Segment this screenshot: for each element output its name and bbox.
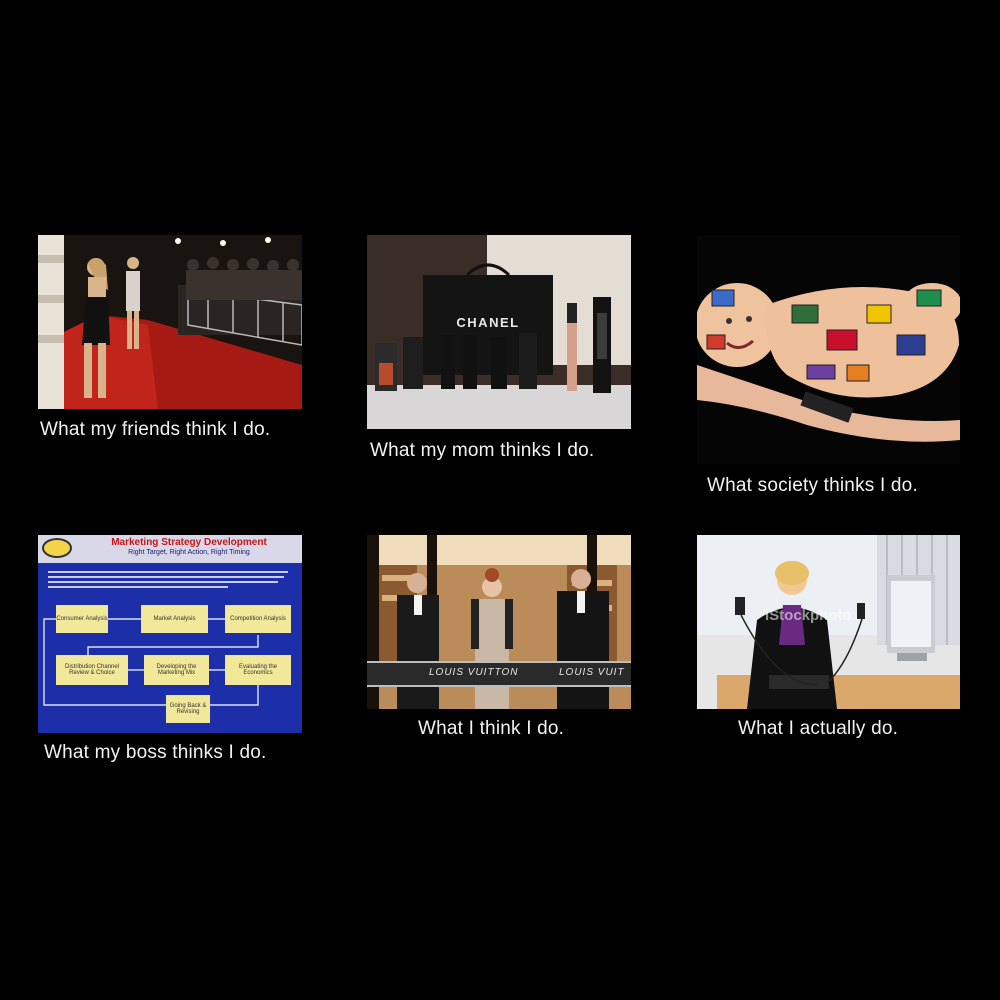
branded-baby-photo bbox=[697, 235, 960, 464]
box-developing-marketing-mix: Developing the Marketing Mix bbox=[144, 655, 209, 685]
caption-mom: What my mom thinks I do. bbox=[370, 440, 595, 461]
caption-society: What society thinks I do. bbox=[707, 475, 918, 496]
caption-boss: What my boss thinks I do. bbox=[44, 742, 267, 763]
box-evaluating-economics: Evaluating the Economics bbox=[225, 655, 291, 685]
caption-i-think: What I think I do. bbox=[418, 718, 565, 739]
marketing-diagram-image: Marketing Strategy Development Right Tar… bbox=[38, 535, 302, 733]
caption-actually: What I actually do. bbox=[738, 718, 899, 739]
box-consumer-analysis: Consumer Analysis bbox=[56, 605, 108, 633]
stock-watermark: iStockphoto bbox=[765, 607, 852, 624]
box-going-back-revising: Going Back & Revising bbox=[166, 695, 210, 723]
box-market-analysis: Market Analysis bbox=[141, 605, 208, 633]
chanel-brand-text: CHANEL bbox=[456, 315, 520, 330]
box-distribution-channel: Distribution Channel Review & Choice bbox=[56, 655, 128, 685]
ribbon-text-1: LOUIS VUITTON bbox=[429, 667, 519, 678]
caption-friends: What my friends think I do. bbox=[40, 419, 271, 440]
box-competition-analysis: Competition Analysis bbox=[225, 605, 291, 633]
office-phone-photo: iStockphoto bbox=[697, 535, 960, 709]
ribbon-cutting-photo: LOUIS VUITTON LOUIS VUIT bbox=[367, 535, 631, 709]
red-carpet-photo bbox=[38, 235, 302, 409]
chanel-products-photo: CHANEL bbox=[367, 235, 631, 429]
ribbon-text-2: LOUIS VUIT bbox=[559, 667, 625, 678]
